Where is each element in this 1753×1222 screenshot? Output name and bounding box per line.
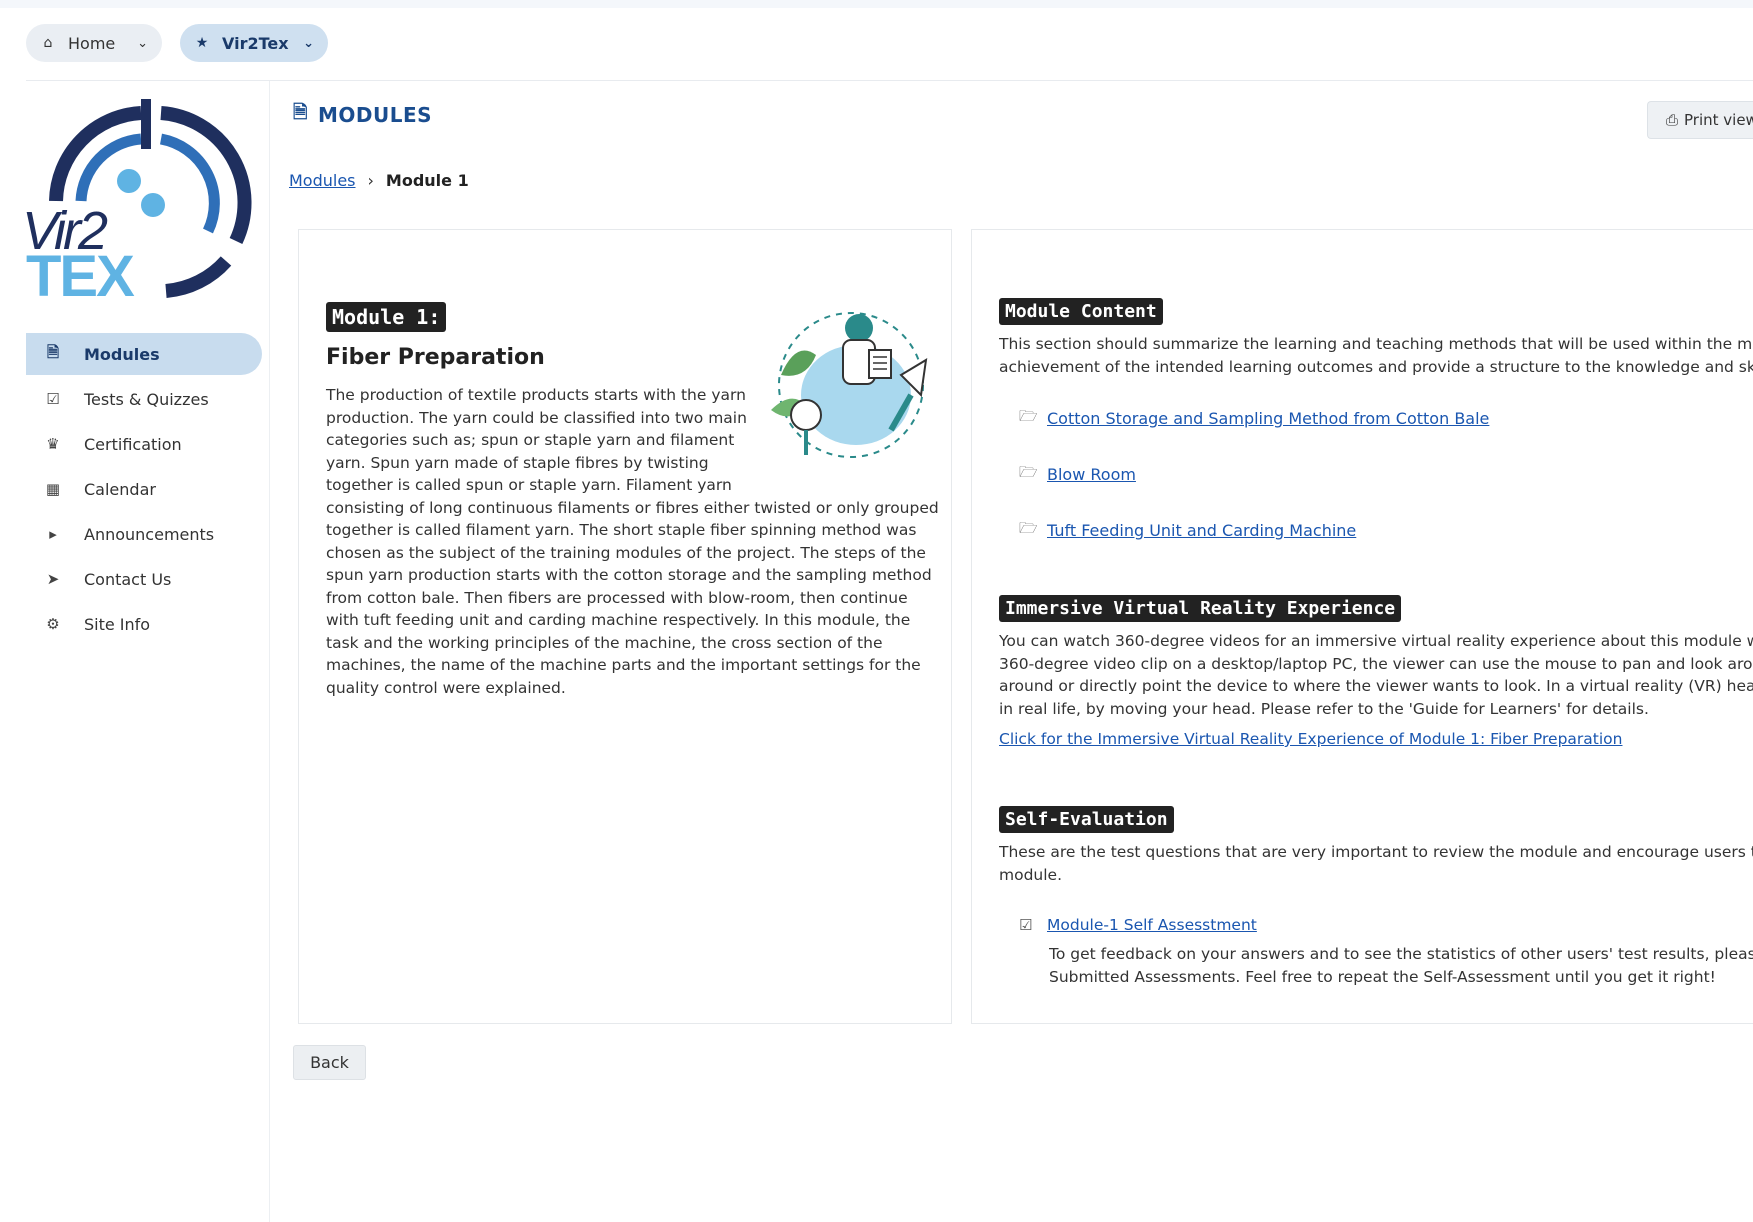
top-nav: ⌂ Home ⌄ ★ Vir2Tex ⌄: [26, 24, 328, 62]
illustration-spacer: [753, 384, 941, 496]
sidebar-item-label: Site Info: [84, 614, 151, 634]
sidebar-item-label: Announcements: [84, 524, 215, 544]
vir2tex-logo: Vir2 TEX: [26, 99, 252, 309]
folder-open-icon: 🗁: [1019, 519, 1038, 537]
self-evaluation-text-line: These are the test questions that are ve…: [999, 843, 1753, 861]
vr-text-line: You can watch 360-degree videos for an i…: [999, 632, 1753, 650]
module-summary-card: Module 1: Fiber Preparation The producti…: [298, 229, 952, 1024]
chevron-down-icon: ⌄: [137, 35, 148, 51]
tuft-feeding-link[interactable]: Tuft Feeding Unit and Carding Machine: [1047, 521, 1356, 540]
self-assessment-note-line: To get feedback on your answers and to s…: [1049, 945, 1753, 963]
checkbox-icon: ☑: [1019, 916, 1033, 934]
content-link-item[interactable]: 🗁 Cotton Storage and Sampling Method fro…: [1019, 406, 1489, 431]
divider: [26, 80, 1753, 81]
module-subtitle: Fiber Preparation: [326, 345, 545, 370]
blow-room-link[interactable]: Blow Room: [1047, 465, 1136, 484]
module-content-line: achievement of the intended learning out…: [999, 357, 1753, 376]
vr-section: Immersive Virtual Reality Experience You…: [999, 595, 1753, 748]
module-content-line: This section should summarize the learni…: [999, 335, 1753, 353]
content-link-item[interactable]: 🗁 Blow Room: [1019, 462, 1136, 487]
breadcrumb: Modules › Module 1: [289, 171, 469, 190]
chevron-right-icon: ›: [367, 171, 374, 190]
checkbox-icon: ☑: [46, 390, 60, 408]
self-evaluation-section: Self-Evaluation These are the test quest…: [999, 806, 1753, 886]
folder-open-icon: 🗁: [1019, 463, 1038, 481]
sidebar-item-modules[interactable]: 🗎 Modules: [26, 333, 262, 375]
gear-icon: ⚙: [46, 615, 60, 633]
file-icon: 🗎: [293, 102, 308, 123]
printer-icon: ⎙: [1666, 111, 1679, 129]
site-nav-label: Vir2Tex: [222, 33, 289, 53]
trophy-icon: ♛: [46, 435, 60, 453]
breadcrumb-modules-link[interactable]: Modules: [289, 171, 356, 190]
print-view-button[interactable]: ⎙ Print view: [1647, 101, 1753, 139]
sidebar: Vir2 TEX 🗎 Modules ☑ Tests & Quizzes ♛ C…: [0, 81, 270, 1222]
sidebar-item-label: Calendar: [84, 479, 156, 499]
site-nav-button[interactable]: ★ Vir2Tex ⌄: [180, 24, 328, 62]
vr-experience-link[interactable]: Click for the Immersive Virtual Reality …: [999, 730, 1622, 748]
file-icon: 🗎: [46, 342, 60, 361]
self-evaluation-heading: Self-Evaluation: [999, 806, 1174, 833]
chevron-down-icon: ⌄: [303, 35, 314, 51]
print-view-label: Print view: [1684, 111, 1753, 129]
vr-text-line: in real life, by moving your head. Pleas…: [999, 699, 1649, 718]
sidebar-item-label: Modules: [84, 344, 160, 364]
sidebar-item-announcements[interactable]: ▸ Announcements: [26, 513, 262, 555]
calendar-icon: ▦: [45, 480, 61, 498]
sidebar-item-certification[interactable]: ♛ Certification: [26, 423, 262, 465]
sidebar-item-label: Certification: [84, 434, 182, 454]
back-button[interactable]: Back: [293, 1045, 366, 1080]
vr-text-line: 360-degree video clip on a desktop/lapto…: [999, 654, 1753, 673]
module-content-card: Module Content This section should summa…: [971, 229, 1753, 1024]
megaphone-icon: ▸: [49, 525, 57, 543]
module-description: The production of textile products start…: [326, 384, 941, 699]
home-nav-label: Home: [68, 33, 116, 53]
home-icon: ⌂: [43, 35, 53, 51]
sidebar-item-calendar[interactable]: ▦ Calendar: [26, 468, 262, 510]
folder-open-icon: 🗁: [1019, 407, 1038, 425]
content-link-item[interactable]: 🗁 Tuft Feeding Unit and Carding Machine: [1019, 518, 1356, 543]
home-nav-button[interactable]: ⌂ Home ⌄: [26, 24, 162, 62]
vr-text-line: around or directly point the device to w…: [999, 677, 1753, 695]
self-assessment-note-line: Submitted Assessments. Feel free to repe…: [1049, 967, 1716, 986]
sidebar-item-site-info[interactable]: ⚙ Site Info: [26, 603, 262, 645]
sidebar-item-tests-quizzes[interactable]: ☑ Tests & Quizzes: [26, 378, 262, 420]
page-title: 🗎 MODULES: [293, 100, 432, 130]
sidebar-item-label: Contact Us: [84, 569, 172, 589]
page-title-text: MODULES: [317, 103, 433, 127]
breadcrumb-current: Module 1: [385, 171, 469, 190]
sidebar-menu: 🗎 Modules ☑ Tests & Quizzes ♛ Certificat…: [26, 333, 262, 648]
self-assessment-link[interactable]: Module-1 Self Assesstment: [1047, 916, 1257, 934]
sidebar-item-contact-us[interactable]: ➤ Contact Us: [26, 558, 262, 600]
module-content-heading: Module Content: [999, 298, 1163, 325]
self-evaluation-text-line: module.: [999, 865, 1063, 884]
logo-text-tex: TEX: [26, 244, 135, 309]
cotton-storage-link[interactable]: Cotton Storage and Sampling Method from …: [1047, 409, 1489, 428]
sidebar-item-label: Tests & Quizzes: [84, 389, 209, 409]
vr-heading: Immersive Virtual Reality Experience: [999, 595, 1402, 622]
module-number-chip: Module 1:: [326, 302, 447, 332]
module-content-section: Module Content This section should summa…: [999, 298, 1753, 378]
paper-plane-icon: ➤: [46, 570, 60, 588]
star-icon: ★: [195, 35, 209, 51]
self-assessment-item[interactable]: ☑ Module-1 Self Assesstment: [1019, 916, 1257, 934]
top-strip: [0, 0, 1753, 8]
self-assessment-note: To get feedback on your answers and to s…: [1049, 943, 1753, 988]
